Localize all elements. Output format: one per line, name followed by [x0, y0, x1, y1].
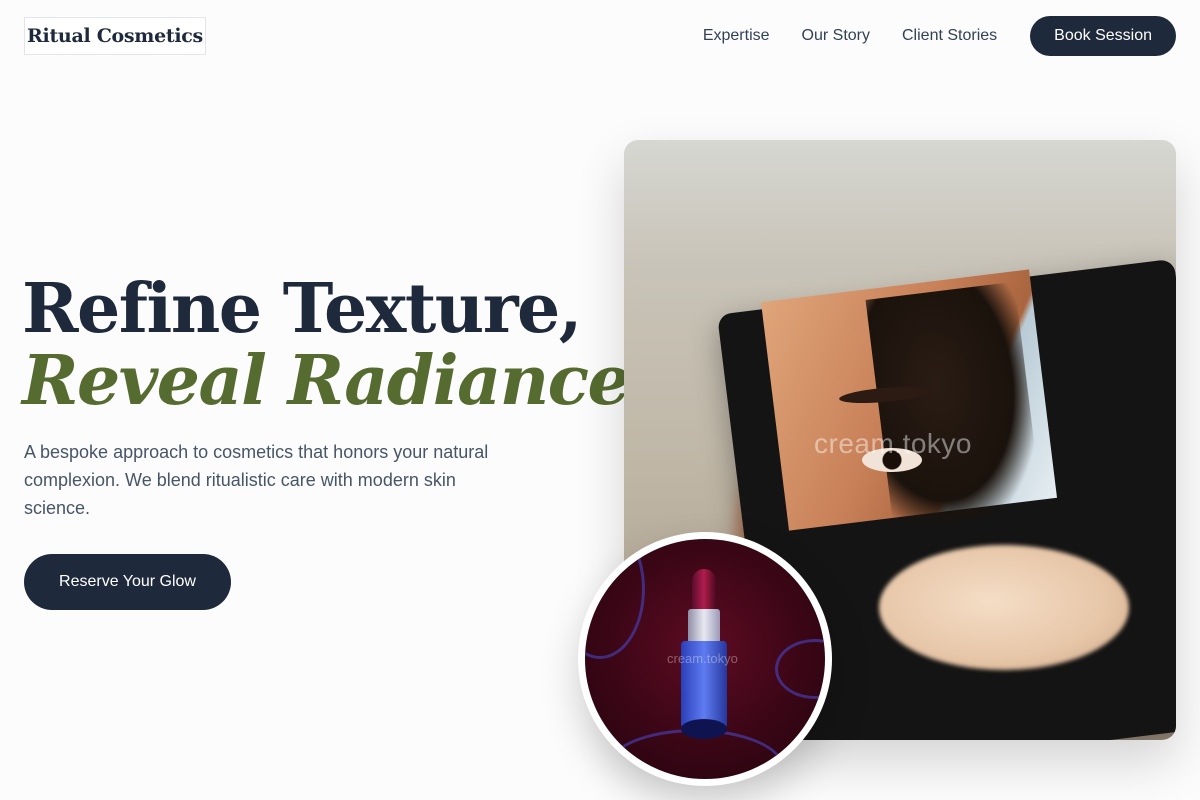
nav-link-expertise[interactable]: Expertise: [703, 27, 770, 45]
lipstick-inset-frame: cream.tokyo: [578, 532, 832, 786]
hair-shape: [865, 281, 1043, 529]
nav-link-our-story[interactable]: Our Story: [802, 27, 870, 45]
lipstick-collar: [688, 609, 720, 643]
lipstick-inset-image: cream.tokyo: [585, 539, 825, 779]
liquid-splash: [585, 539, 645, 659]
book-session-button[interactable]: Book Session: [1030, 16, 1176, 56]
brand-logo[interactable]: Ritual Cosmetics: [24, 17, 206, 55]
image-watermark: cream.tokyo: [814, 428, 972, 459]
main-nav: Expertise Our Story Client Stories Book …: [703, 16, 1176, 56]
reserve-glow-button[interactable]: Reserve Your Glow: [24, 554, 231, 610]
hero-headline-line2: Reveal Radiance.: [22, 341, 653, 421]
powder-pan: [879, 545, 1129, 670]
landing-page: Ritual Cosmetics Expertise Our Story Cli…: [0, 0, 1200, 800]
lipstick-bullet: [692, 569, 716, 611]
liquid-splash: [775, 639, 825, 699]
nav-link-client-stories[interactable]: Client Stories: [902, 27, 997, 45]
lipstick-base: [681, 719, 727, 739]
hero-description: A bespoke approach to cosmetics that hon…: [24, 442, 489, 518]
inset-watermark: cream.tokyo: [667, 651, 738, 666]
